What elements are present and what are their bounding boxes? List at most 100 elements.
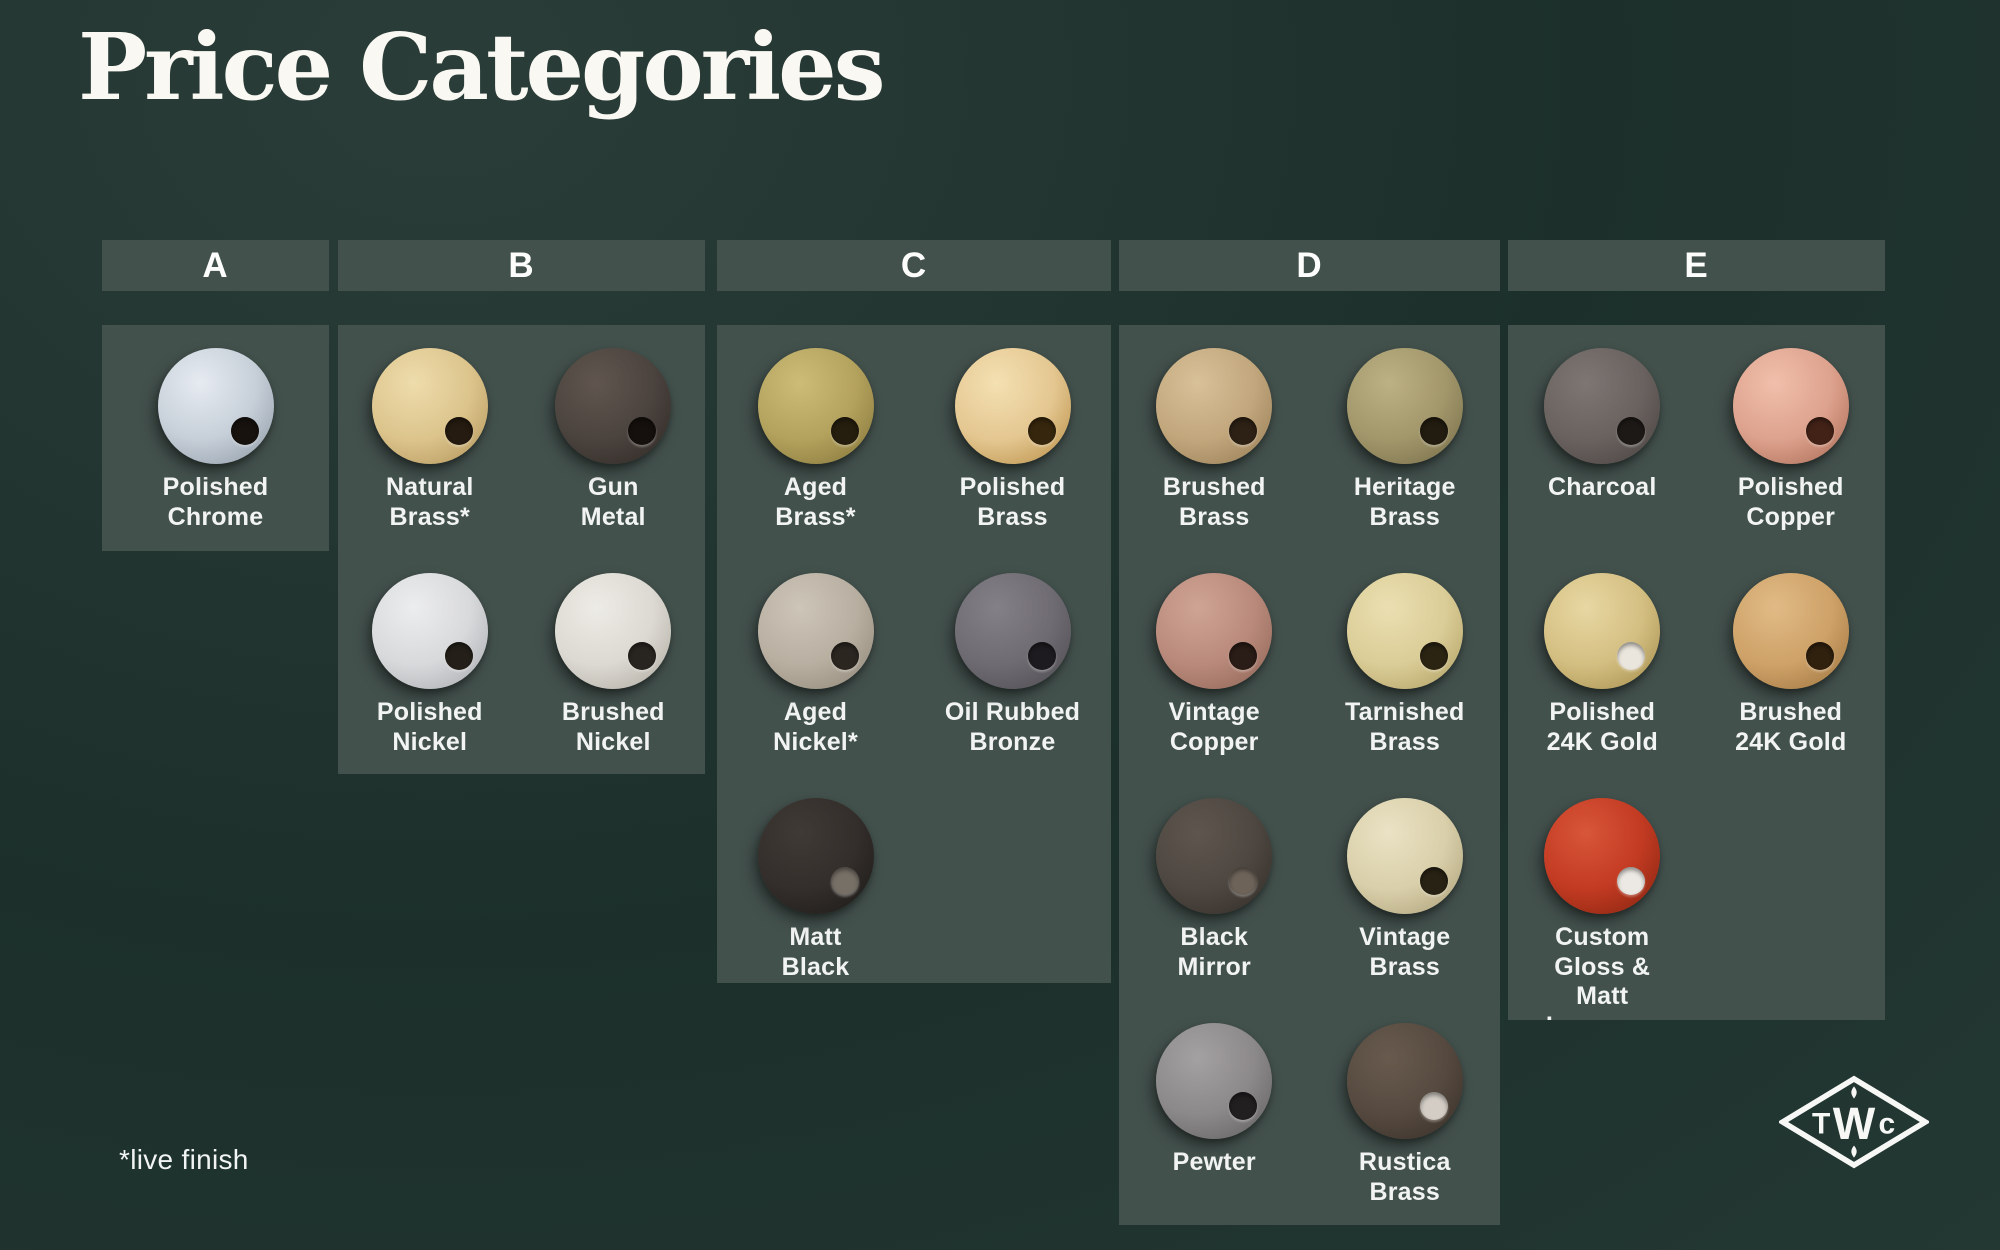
category-letter: D — [1296, 246, 1322, 286]
finish-label: Brushed24K Gold — [1735, 698, 1846, 757]
swatch-custom-lacquers: CustomGloss &MattLacquers — [1508, 798, 1697, 1020]
category-panel-c: AgedBrass* PolishedBrass AgedNickel* Oil… — [717, 325, 1111, 983]
finish-disc — [555, 573, 671, 689]
swatch-heritage-brass: HeritageBrass — [1310, 348, 1501, 532]
finish-label: PolishedBrass — [960, 473, 1066, 532]
disc-hole — [1420, 642, 1448, 670]
disc-hole — [628, 642, 656, 670]
finish-disc — [955, 348, 1071, 464]
disc-hole — [1028, 642, 1056, 670]
live-finish-footnote: *live finish — [119, 1144, 249, 1176]
page-title: Price Categories — [78, 10, 882, 125]
finish-label: RusticaBrass — [1359, 1148, 1451, 1207]
disc-hole — [628, 417, 656, 445]
swatch-row: Polished24K Gold Brushed24K Gold — [1508, 550, 1885, 775]
finish-disc — [1347, 798, 1463, 914]
finish-disc — [1347, 348, 1463, 464]
category-header-a: A — [102, 240, 329, 291]
swatch-row: Charcoal PolishedCopper — [1508, 325, 1885, 550]
finish-disc — [372, 348, 488, 464]
finish-label: BrushedNickel — [562, 698, 665, 757]
swatch-polished-24k-gold: Polished24K Gold — [1508, 573, 1697, 757]
swatch-brushed-brass: BrushedBrass — [1119, 348, 1310, 532]
disc-hole — [1229, 867, 1257, 895]
disc-hole — [1617, 417, 1645, 445]
finish-disc — [158, 348, 274, 464]
swatch-polished-chrome: PolishedChrome — [102, 348, 329, 532]
category-panel-b: NaturalBrass* GunMetal PolishedNickel Br… — [338, 325, 705, 774]
category-panel-d: BrushedBrass HeritageBrass VintageCopper… — [1119, 325, 1500, 1225]
swatch-row: NaturalBrass* GunMetal — [338, 325, 705, 550]
finish-disc — [955, 573, 1071, 689]
swatch-oil-rubbed-bronze: Oil RubbedBronze — [914, 573, 1111, 757]
finish-disc — [1544, 348, 1660, 464]
finish-disc — [1733, 348, 1849, 464]
finish-label: AgedBrass* — [775, 473, 855, 532]
disc-hole — [1028, 417, 1056, 445]
swatch-row: CustomGloss &MattLacquers — [1508, 775, 1885, 1020]
swatch-row: BrushedBrass HeritageBrass — [1119, 325, 1500, 550]
disc-hole — [1806, 417, 1834, 445]
finish-label: Pewter — [1173, 1148, 1256, 1178]
disc-hole — [1420, 417, 1448, 445]
logo-teardrop-top — [1851, 1086, 1856, 1098]
finish-label: PolishedChrome — [163, 473, 269, 532]
finish-label: PolishedNickel — [377, 698, 483, 757]
finish-disc — [758, 348, 874, 464]
finish-disc — [1733, 573, 1849, 689]
category-panel-e: Charcoal PolishedCopper Polished24K Gold… — [1508, 325, 1885, 1020]
swatch-polished-nickel: PolishedNickel — [338, 573, 522, 757]
swatch-vintage-copper: VintageCopper — [1119, 573, 1310, 757]
disc-hole — [831, 867, 859, 895]
logo-letter-t: T — [1812, 1107, 1830, 1140]
finish-label: Charcoal — [1548, 473, 1657, 503]
swatch-polished-brass: PolishedBrass — [914, 348, 1111, 532]
category-header-d: D — [1119, 240, 1500, 291]
swatch-tarnished-brass: TarnishedBrass — [1310, 573, 1501, 757]
disc-hole — [1617, 642, 1645, 670]
price-categories-poster: Price Categories A B C D E PolishedChrom… — [0, 0, 2000, 1250]
disc-hole — [831, 642, 859, 670]
swatch-row: PolishedNickel BrushedNickel — [338, 550, 705, 774]
finish-disc — [758, 573, 874, 689]
finish-label: VintageBrass — [1359, 923, 1450, 982]
finish-disc — [1156, 573, 1272, 689]
swatch-row: PolishedChrome — [102, 325, 329, 550]
category-header-b: B — [338, 240, 705, 291]
swatch-aged-nickel: AgedNickel* — [717, 573, 914, 757]
disc-hole — [831, 417, 859, 445]
disc-hole — [1420, 867, 1448, 895]
finish-disc — [1156, 348, 1272, 464]
finish-label: MattBlack — [782, 923, 850, 982]
finish-disc — [1347, 573, 1463, 689]
disc-hole — [231, 417, 259, 445]
finish-label: NaturalBrass* — [386, 473, 474, 532]
swatch-row: BlackMirror VintageBrass — [1119, 775, 1500, 1000]
swatch-brushed-24k-gold: Brushed24K Gold — [1697, 573, 1886, 757]
finish-label: AgedNickel* — [773, 698, 858, 757]
swatch-rustica-brass: RusticaBrass — [1310, 1023, 1501, 1207]
swatch-vintage-brass: VintageBrass — [1310, 798, 1501, 982]
finish-label: Polished24K Gold — [1547, 698, 1658, 757]
finish-disc — [1156, 798, 1272, 914]
finish-label: CustomGloss &MattLacquers — [1546, 923, 1659, 1020]
finish-disc — [1347, 1023, 1463, 1139]
disc-hole — [445, 417, 473, 445]
disc-hole — [1229, 417, 1257, 445]
swatch-aged-brass: AgedBrass* — [717, 348, 914, 532]
swatch-row: MattBlack — [717, 775, 1111, 983]
finish-disc — [372, 573, 488, 689]
category-letter: A — [202, 246, 228, 286]
finish-label: VintageCopper — [1169, 698, 1260, 757]
finish-disc — [555, 348, 671, 464]
finish-disc — [1156, 1023, 1272, 1139]
logo-letter-c: c — [1878, 1107, 1895, 1140]
swatch-polished-copper: PolishedCopper — [1697, 348, 1886, 532]
finish-disc — [1544, 798, 1660, 914]
swatch-gun-metal: GunMetal — [522, 348, 706, 532]
swatch-row: Pewter RusticaBrass — [1119, 1000, 1500, 1225]
swatch-charcoal: Charcoal — [1508, 348, 1697, 503]
swatch-black-mirror: BlackMirror — [1119, 798, 1310, 982]
disc-hole — [1229, 642, 1257, 670]
swatch-natural-brass: NaturalBrass* — [338, 348, 522, 532]
